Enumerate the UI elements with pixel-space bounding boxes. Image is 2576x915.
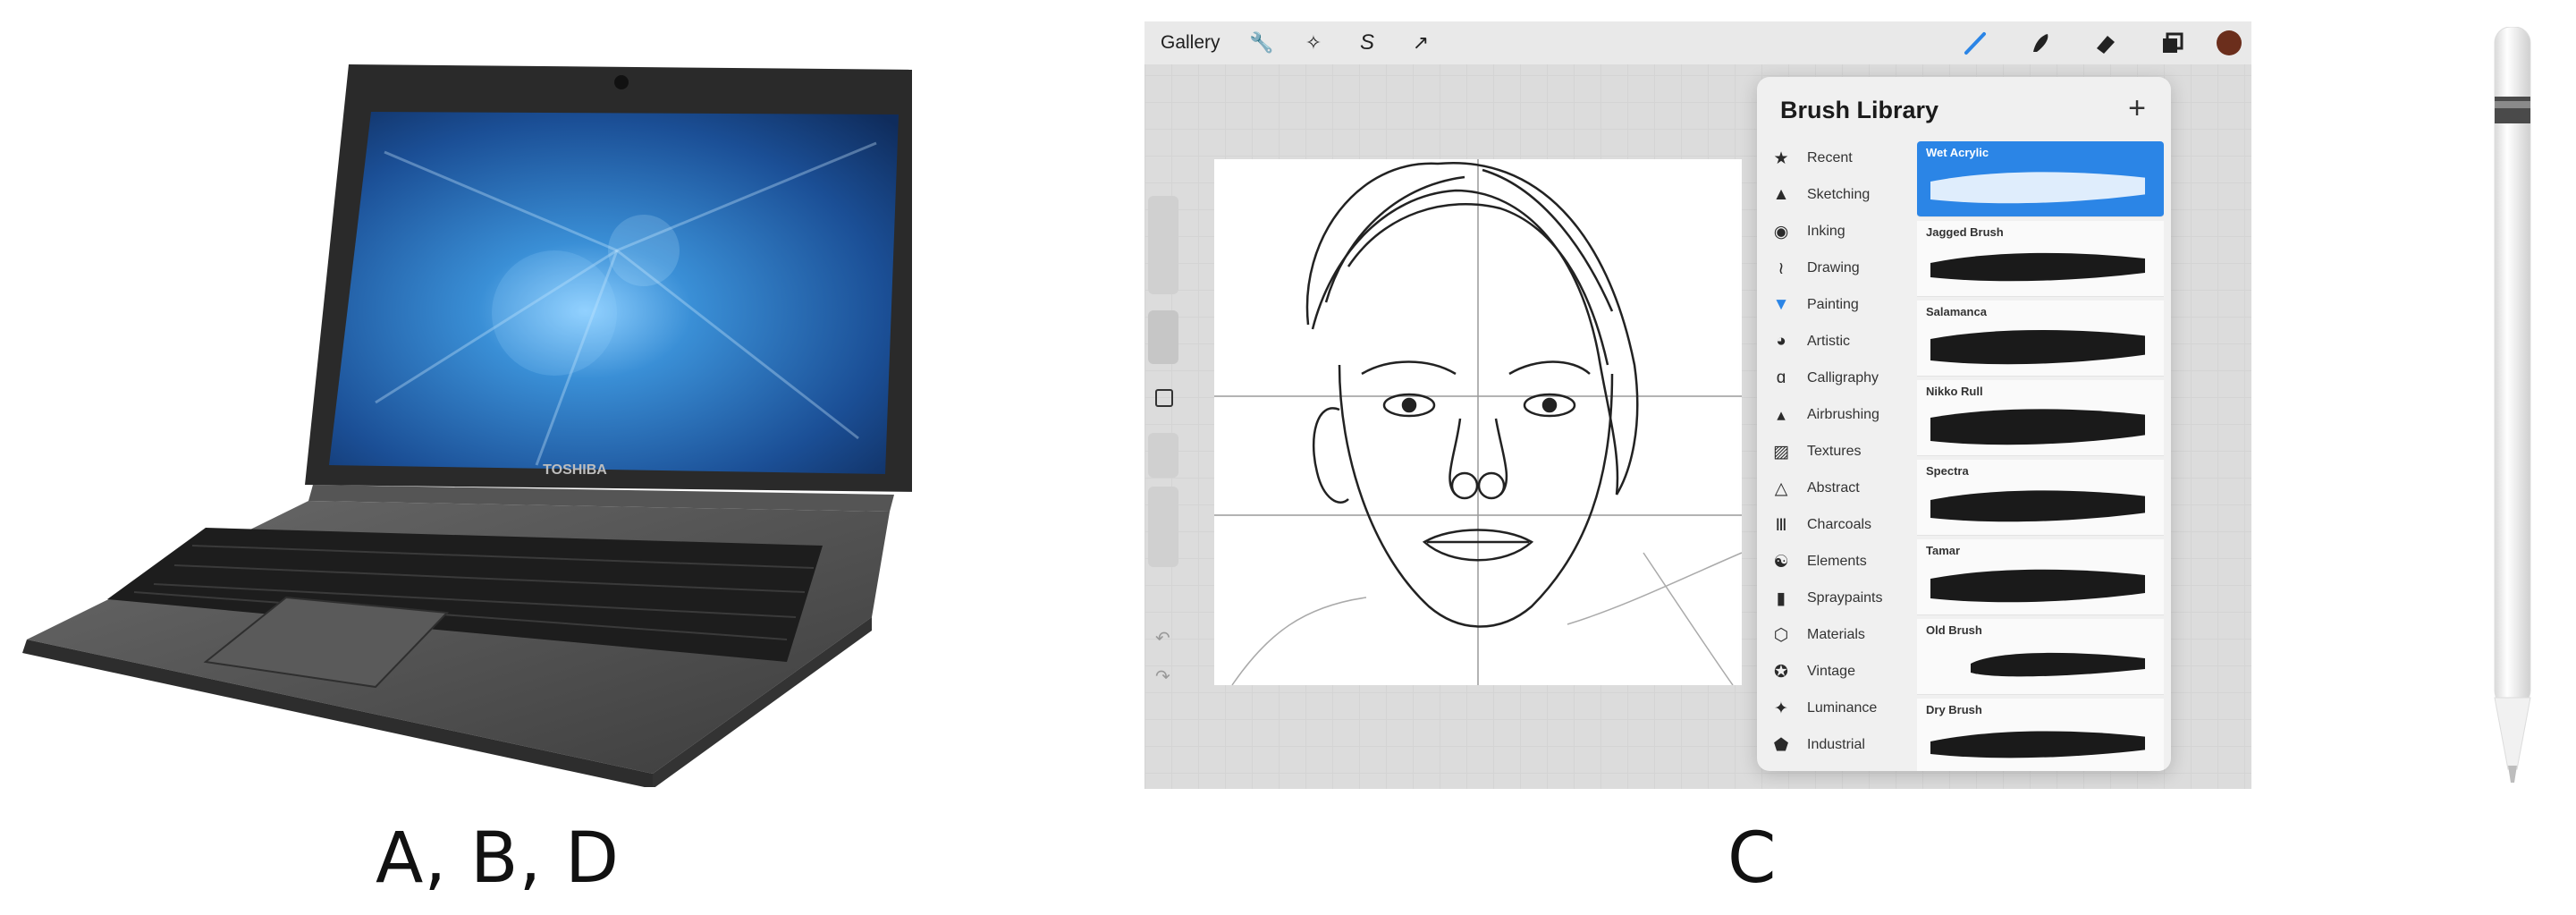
anvil-icon: ⬟	[1773, 735, 1789, 755]
brush-item[interactable]: Jagged Brush	[1917, 221, 2164, 297]
brush-item[interactable]: Salamanca	[1917, 301, 2164, 377]
brush-tool-icon[interactable]	[1961, 29, 1989, 57]
drawing-canvas[interactable]	[1214, 159, 1743, 686]
brush-category-label: Painting	[1807, 297, 1859, 312]
palette-icon: ◕	[1776, 332, 1786, 351]
brush-item[interactable]: Dry Brush	[1917, 699, 2164, 771]
squiggle-icon: ≀	[1778, 258, 1785, 278]
brush-category-textures[interactable]: ▨ Textures	[1768, 435, 1920, 469]
brush-stroke-preview	[1930, 409, 2145, 445]
triangle-icon: △	[1774, 479, 1788, 498]
caption-middle: C	[1727, 818, 1778, 899]
brush-category-spraypaints[interactable]: ▮ Spraypaints	[1768, 581, 1920, 615]
face-sketch	[1214, 159, 1743, 686]
charcoal-icon: Ⅲ	[1775, 515, 1787, 535]
brush-category-inking[interactable]: ◉ Inking	[1768, 215, 1920, 249]
ink-drop-icon: ◉	[1773, 222, 1789, 241]
brush-stroke-preview	[1930, 330, 2145, 365]
star-icon: ★	[1773, 148, 1789, 168]
side-slider: ↶ ↷	[1144, 196, 1182, 687]
caption-left: A, B, D	[376, 818, 621, 899]
brush-category-elements[interactable]: ☯ Elements	[1768, 545, 1920, 579]
stylus-pencil-image	[2494, 27, 2531, 783]
yin-yang-icon: ☯	[1773, 552, 1789, 572]
modify-button[interactable]	[1155, 389, 1173, 407]
brush-category-label: Inking	[1807, 224, 1845, 239]
spray-can-icon: ▮	[1776, 589, 1786, 608]
laptop-brand-logo: TOSHIBA	[543, 462, 607, 478]
brush-category-materials[interactable]: ⬡ Materials	[1768, 618, 1920, 652]
magic-wand-icon[interactable]: ✧	[1299, 29, 1328, 57]
brush-category-industrial[interactable]: ⬟ Industrial	[1768, 728, 1920, 762]
wrench-icon[interactable]: 🔧	[1247, 29, 1276, 57]
brush-size-slider[interactable]	[1148, 196, 1178, 294]
brush-stroke-preview	[1930, 252, 2145, 282]
layers-icon[interactable]	[2158, 29, 2186, 57]
add-brush-button[interactable]: +	[2128, 91, 2146, 126]
brush-category-airbrushing[interactable]: ▴ Airbrushing	[1768, 398, 1920, 432]
brush-stroke-preview	[1930, 731, 2145, 758]
brush-item[interactable]: Tamar	[1917, 539, 2164, 615]
smudge-tool-icon[interactable]	[2026, 29, 2055, 57]
brush-category-label: Textures	[1807, 444, 1862, 459]
brush-category-label: Materials	[1807, 627, 1865, 642]
brush-category-label: Calligraphy	[1807, 370, 1879, 385]
transform-arrow-icon[interactable]: ↗	[1406, 29, 1435, 57]
brush-category-label: Recent	[1807, 150, 1853, 165]
paint-brush-icon: ▼	[1772, 295, 1790, 314]
brush-item[interactable]: Spectra	[1917, 460, 2164, 536]
brush-size-handle[interactable]	[1148, 310, 1178, 364]
brush-stroke-preview	[1930, 569, 2145, 603]
opacity-slider[interactable]	[1148, 487, 1178, 567]
brush-category-label: Sketching	[1807, 187, 1871, 202]
brush-category-label: Elements	[1807, 554, 1867, 569]
brush-category-label: Spraypaints	[1807, 590, 1883, 606]
brush-library-panel: Brush Library + ★ Recent ▲ Sketching ◉ Inking…	[1757, 77, 2171, 771]
pencil-tip-icon: ▲	[1772, 185, 1790, 204]
brush-category-charcoals[interactable]: Ⅲ Charcoals	[1768, 508, 1920, 542]
brush-category-label: Drawing	[1807, 260, 1860, 275]
brush-category-recent[interactable]: ★ Recent	[1768, 141, 1920, 175]
brush-category-label: Charcoals	[1807, 517, 1872, 532]
brush-stroke-preview	[1930, 172, 2145, 204]
brush-item[interactable]: Wet Acrylic	[1917, 141, 2164, 217]
brush-category-artistic[interactable]: ◕ Artistic	[1768, 325, 1920, 359]
brush-category-abstract[interactable]: △ Abstract	[1768, 471, 1920, 505]
brush-category-painting[interactable]: ▼ Painting	[1768, 288, 1920, 322]
brush-library-title: Brush Library	[1780, 97, 1939, 123]
brush-item[interactable]: Nikko Rull	[1917, 380, 2164, 456]
brush-stroke-preview	[1971, 652, 2145, 677]
brush-category-sketching[interactable]: ▲ Sketching	[1768, 178, 1920, 212]
laptop-image: TOSHIBA	[22, 64, 912, 787]
opacity-slider-top[interactable]	[1148, 433, 1178, 478]
texture-icon: ▨	[1773, 442, 1789, 462]
brush-category-label: Vintage	[1807, 664, 1855, 679]
undo-icon[interactable]: ↶	[1155, 627, 1170, 649]
procreate-screenshot: Gallery 🔧 ✧ S ↗ ↶ ↷ Brush Library + ★ Re…	[1144, 21, 2251, 789]
brush-category-label: Luminance	[1807, 700, 1878, 716]
brush-category-label: Abstract	[1807, 480, 1860, 496]
calligraphy-icon: ɑ	[1776, 369, 1786, 387]
brush-category-label: Industrial	[1807, 737, 1865, 752]
selection-icon[interactable]: S	[1353, 29, 1381, 57]
brush-category-label: Airbrushing	[1807, 407, 1879, 422]
brush-stroke-preview	[1930, 490, 2145, 522]
redo-icon[interactable]: ↷	[1155, 665, 1170, 688]
brush-category-luminance[interactable]: ✦ Luminance	[1768, 691, 1920, 725]
brush-item[interactable]: Old Brush	[1917, 619, 2164, 695]
airbrush-icon: ▴	[1777, 405, 1786, 425]
brush-category-calligraphy[interactable]: ɑ Calligraphy	[1768, 361, 1920, 395]
vintage-star-icon: ✪	[1774, 662, 1788, 682]
brush-category-drawing[interactable]: ≀ Drawing	[1768, 251, 1920, 285]
cube-icon: ⬡	[1773, 625, 1789, 645]
sparkle-icon: ✦	[1774, 699, 1788, 718]
brush-category-vintage[interactable]: ✪ Vintage	[1768, 655, 1920, 689]
color-picker-icon[interactable]	[2215, 29, 2243, 57]
brush-category-label: Artistic	[1807, 334, 1850, 349]
eraser-tool-icon[interactable]	[2091, 29, 2120, 57]
gallery-button[interactable]: Gallery	[1161, 32, 1220, 54]
